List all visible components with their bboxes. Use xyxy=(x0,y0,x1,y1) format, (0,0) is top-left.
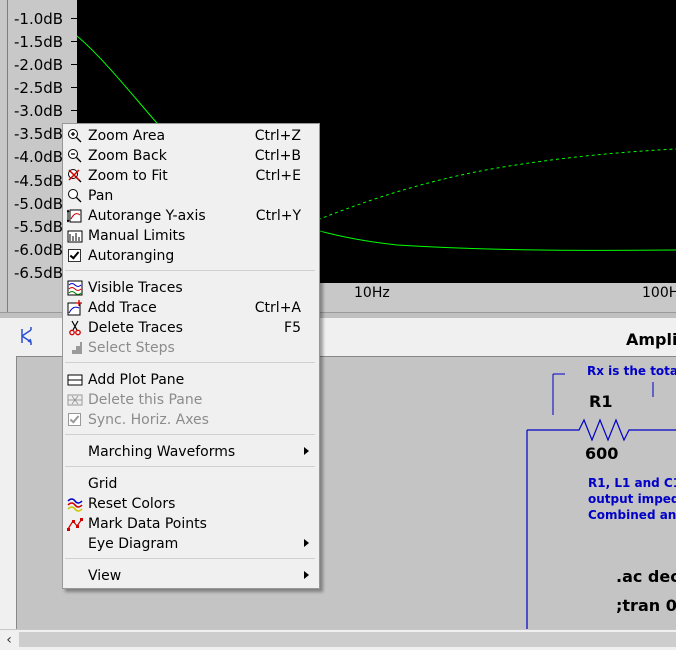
menu-item-shortcut: F5 xyxy=(284,320,301,336)
checkbox-icon xyxy=(68,413,81,426)
chevron-left-icon: ‹ xyxy=(6,632,12,648)
delete-pane-icon xyxy=(67,392,83,408)
menu-separator xyxy=(65,362,315,363)
menu-item-zoom-back[interactable]: Zoom Back Ctrl+B xyxy=(63,146,319,166)
transistor-icon xyxy=(18,326,36,351)
menu-item-add-trace[interactable]: Add Trace Ctrl+A xyxy=(63,298,319,318)
menu-separator xyxy=(65,466,315,467)
menu-item-delete-this-pane[interactable]: Delete this Pane xyxy=(63,390,319,410)
menu-item-pan[interactable]: Pan xyxy=(63,186,319,206)
zoom-fit-icon xyxy=(67,168,83,184)
menu-item-shortcut: Ctrl+B xyxy=(254,148,301,164)
menu-item-visible-traces[interactable]: Visible Traces xyxy=(63,278,319,298)
phase-trace xyxy=(306,148,676,225)
scroll-left-button[interactable]: ‹ xyxy=(0,630,18,650)
menu-separator xyxy=(65,270,315,271)
resistor-label[interactable]: R1 xyxy=(589,392,612,411)
menu-item-label: Manual Limits xyxy=(88,228,186,244)
menu-item-autoranging[interactable]: Autoranging xyxy=(63,246,319,266)
visible-traces-icon xyxy=(67,280,83,296)
checkbox-icon xyxy=(68,249,81,262)
pan-icon xyxy=(67,188,83,204)
menu-separator xyxy=(65,558,315,559)
schematic-note: Rx is the total xyxy=(587,364,676,378)
menu-item-label: Autoranging xyxy=(88,248,175,264)
add-pane-icon xyxy=(67,372,83,388)
menu-item-autorange-y-axis[interactable]: Autorange Y-axis Ctrl+Y xyxy=(63,206,319,226)
menu-item-shortcut: Ctrl+A xyxy=(254,300,301,316)
add-trace-icon xyxy=(67,300,83,316)
y-tick-label: -2.5dB xyxy=(14,79,77,97)
menu-item-label: Zoom Area xyxy=(88,128,166,144)
menu-item-label: Sync. Horiz. Axes xyxy=(88,412,209,428)
reset-colors-icon xyxy=(67,496,83,512)
submenu-arrow-icon xyxy=(304,571,309,579)
menu-item-label: Pan xyxy=(88,188,114,204)
y-tick-label: -1.5dB xyxy=(14,33,77,51)
mark-points-icon xyxy=(67,516,83,532)
scroll-thumb[interactable] xyxy=(19,632,676,647)
menu-item-grid[interactable]: Grid xyxy=(63,474,319,494)
menu-item-add-plot-pane[interactable]: Add Plot Pane xyxy=(63,370,319,390)
horizontal-scrollbar[interactable]: ‹ xyxy=(0,629,676,650)
menu-item-reset-colors[interactable]: Reset Colors xyxy=(63,494,319,514)
menu-item-shortcut: Ctrl+E xyxy=(255,168,302,184)
spice-directive[interactable]: .ac dec xyxy=(616,567,676,586)
menu-item-shortcut: Ctrl+Z xyxy=(254,128,301,144)
menu-item-zoom-area[interactable]: Zoom Area Ctrl+Z xyxy=(63,126,319,146)
menu-item-label: Add Trace xyxy=(88,300,157,316)
menu-item-label: Reset Colors xyxy=(88,496,176,512)
spice-directive[interactable]: ;tran 0 xyxy=(616,596,676,615)
zoom-out-icon xyxy=(67,148,83,164)
menu-item-label: Marching Waveforms xyxy=(88,444,236,460)
menu-item-mark-data-points[interactable]: Mark Data Points xyxy=(63,514,319,534)
context-menu: Zoom Area Ctrl+Z Zoom Back Ctrl+B Zoom t… xyxy=(62,123,320,589)
schematic-note: Combined and xyxy=(588,508,676,522)
menu-separator xyxy=(65,434,315,435)
menu-item-label: Visible Traces xyxy=(88,280,183,296)
zoom-in-icon xyxy=(67,128,83,144)
window-border xyxy=(7,0,8,312)
submenu-arrow-icon xyxy=(304,539,309,547)
menu-item-label: Autorange Y-axis xyxy=(88,208,206,224)
menu-item-label: Zoom to Fit xyxy=(88,168,168,184)
menu-item-label: Zoom Back xyxy=(88,148,167,164)
x-tick-label: 10Hz xyxy=(354,285,390,301)
menu-item-label: Add Plot Pane xyxy=(88,372,185,388)
menu-item-label: Grid xyxy=(88,476,118,492)
menu-item-shortcut: Ctrl+Y xyxy=(255,208,301,224)
steps-icon xyxy=(67,340,83,356)
menu-item-label: Mark Data Points xyxy=(88,516,207,532)
x-tick-label: 100H xyxy=(642,285,676,301)
menu-item-zoom-to-fit[interactable]: Zoom to Fit Ctrl+E xyxy=(63,166,319,186)
menu-item-label: Delete Traces xyxy=(88,320,183,336)
y-tick-label: -2.0dB xyxy=(14,56,77,74)
submenu-arrow-icon xyxy=(304,447,309,455)
autorange-icon xyxy=(66,208,83,224)
schematic-title: Ampli xyxy=(626,330,676,349)
scissors-icon xyxy=(67,320,83,336)
menu-item-select-steps[interactable]: Select Steps xyxy=(63,338,319,358)
menu-item-view[interactable]: View xyxy=(63,566,319,586)
y-tick-label: -3.0dB xyxy=(14,102,77,120)
manual-limits-icon xyxy=(67,228,83,244)
resistor-value[interactable]: 600 xyxy=(585,444,618,463)
schematic-note: output impeda xyxy=(588,492,676,506)
menu-item-marching-waveforms[interactable]: Marching Waveforms xyxy=(63,442,319,462)
schematic-note: R1, L1 and C1 xyxy=(588,476,676,490)
menu-item-label: Select Steps xyxy=(88,340,175,356)
menu-item-manual-limits[interactable]: Manual Limits xyxy=(63,226,319,246)
menu-item-eye-diagram[interactable]: Eye Diagram xyxy=(63,534,319,554)
y-tick-label: -1.0dB xyxy=(14,10,77,28)
menu-item-sync-horiz-axes[interactable]: Sync. Horiz. Axes xyxy=(63,410,319,430)
menu-item-label: Delete this Pane xyxy=(88,392,203,408)
menu-item-delete-traces[interactable]: Delete Traces F5 xyxy=(63,318,319,338)
menu-item-label: Eye Diagram xyxy=(88,536,179,552)
menu-item-label: View xyxy=(88,568,122,584)
